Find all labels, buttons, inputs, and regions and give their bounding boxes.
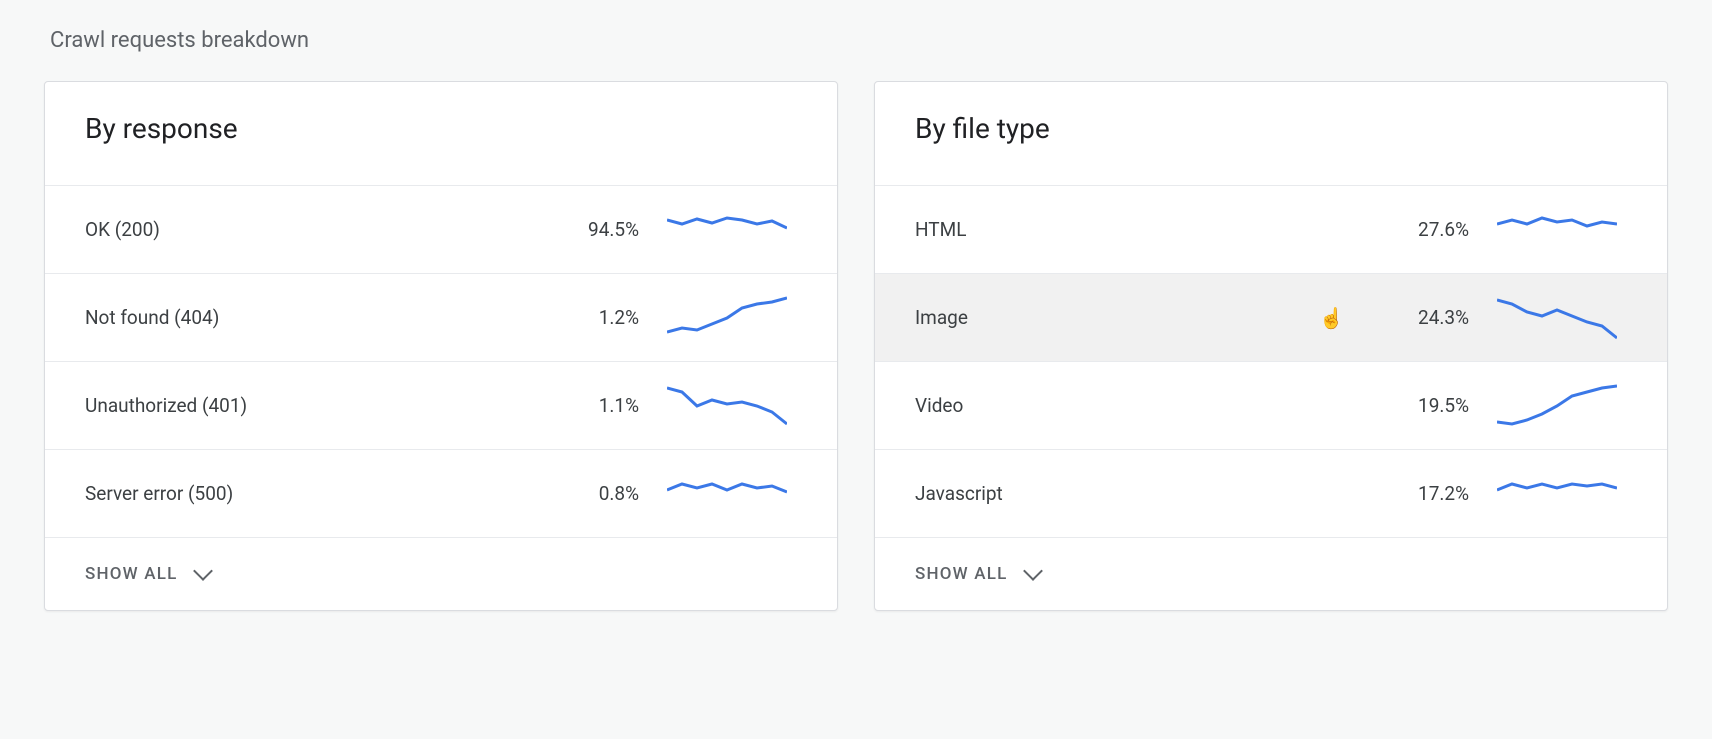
sparkline-icon <box>667 206 797 254</box>
row-label: Server error (500) <box>85 482 529 505</box>
show-all-label: SHOW ALL <box>85 564 178 584</box>
row-label: Unauthorized (401) <box>85 394 529 417</box>
row-value: 1.1% <box>529 394 639 417</box>
row-value: 27.6% <box>1359 218 1469 241</box>
row-value: 1.2% <box>529 306 639 329</box>
cards-container: By response OK (200) 94.5% Not found (40… <box>44 81 1668 611</box>
row-value: 0.8% <box>529 482 639 505</box>
show-all-button[interactable]: SHOW ALL <box>45 537 837 610</box>
row-label: OK (200) <box>85 218 529 241</box>
row-html[interactable]: HTML 27.6% <box>875 185 1667 273</box>
row-image[interactable]: Image ☝️ 24.3% <box>875 273 1667 361</box>
row-label: Not found (404) <box>85 306 529 329</box>
row-value: 94.5% <box>529 218 639 241</box>
row-server-error-500[interactable]: Server error (500) 0.8% <box>45 449 837 537</box>
sparkline-icon <box>1497 382 1627 430</box>
sparkline-icon <box>1497 470 1627 518</box>
sparkline-icon <box>667 382 797 430</box>
row-not-found-404[interactable]: Not found (404) 1.2% <box>45 273 837 361</box>
card-title: By response <box>85 112 797 145</box>
row-value: 19.5% <box>1359 394 1469 417</box>
card-by-response: By response OK (200) 94.5% Not found (40… <box>44 81 838 611</box>
sparkline-icon <box>1497 294 1627 342</box>
chevron-down-icon <box>1023 561 1043 581</box>
row-label: Video <box>915 394 1359 417</box>
show-all-label: SHOW ALL <box>915 564 1008 584</box>
row-unauthorized-401[interactable]: Unauthorized (401) 1.1% <box>45 361 837 449</box>
row-value: 24.3% <box>1359 306 1469 329</box>
show-all-button[interactable]: SHOW ALL <box>875 537 1667 610</box>
card-title: By file type <box>915 112 1627 145</box>
row-label: HTML <box>915 218 1359 241</box>
row-javascript[interactable]: Javascript 17.2% <box>875 449 1667 537</box>
row-ok-200[interactable]: OK (200) 94.5% <box>45 185 837 273</box>
page-title: Crawl requests breakdown <box>50 28 1668 53</box>
card-header: By response <box>45 82 837 185</box>
card-by-file-type: By file type HTML 27.6% Image ☝️ 24.3% V… <box>874 81 1668 611</box>
chevron-down-icon <box>193 561 213 581</box>
sparkline-icon <box>667 294 797 342</box>
card-header: By file type <box>875 82 1667 185</box>
sparkline-icon <box>1497 206 1627 254</box>
row-value: 17.2% <box>1359 482 1469 505</box>
sparkline-icon <box>667 470 797 518</box>
row-label: Image <box>915 306 1359 329</box>
row-video[interactable]: Video 19.5% <box>875 361 1667 449</box>
row-label: Javascript <box>915 482 1359 505</box>
